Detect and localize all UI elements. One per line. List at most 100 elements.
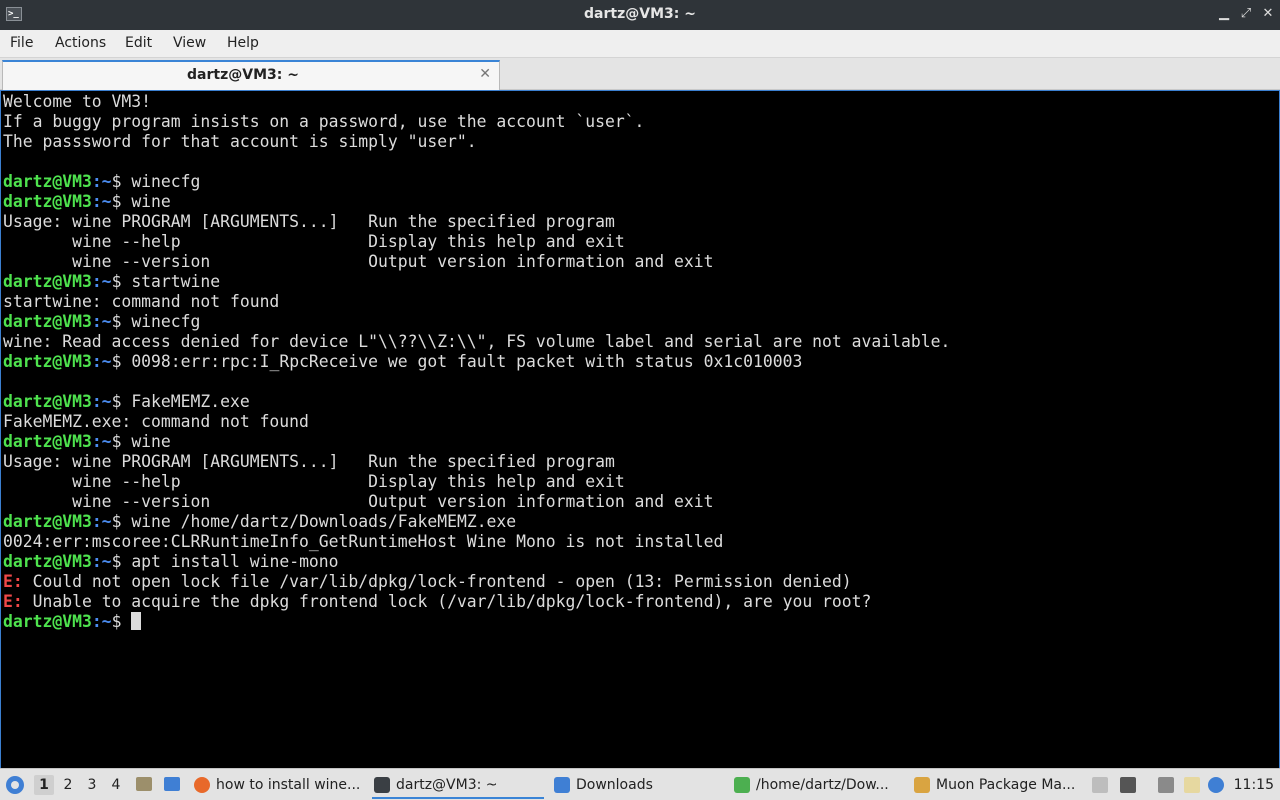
prompt-user: dartz@VM3 [3,272,92,291]
terminal-line: startwine: command not found [3,292,950,312]
output-text: If a buggy program insists on a password… [3,112,645,131]
minimize-button[interactable]: ▁ [1216,6,1232,22]
task-label: dartz@VM3: ~ [396,777,498,793]
terminal-view[interactable]: Welcome to VM3! If a buggy program insist… [0,90,1280,768]
menu-bar: File Actions Edit View Help [0,30,1280,58]
tab-close-icon[interactable]: ✕ [479,66,491,82]
output-text: wine --version Output version informatio… [3,492,714,511]
workspace-4[interactable]: 4 [106,775,126,795]
task-downloads[interactable]: Downloads [552,771,724,799]
network-icon[interactable] [1208,777,1224,793]
clipboard-icon[interactable] [1184,777,1200,793]
folder-icon [554,777,570,793]
task-terminal[interactable]: dartz@VM3: ~ [372,771,544,799]
command-text: startwine [131,272,221,291]
terminal-line: Usage: wine PROGRAM [ARGUMENTS...] Run t… [3,212,950,232]
terminal-line: wine: Read access denied for device L"\\… [3,332,950,352]
terminal-line: dartz@VM3:~$ wine /home/dartz/Downloads/… [3,512,950,532]
terminal-line: dartz@VM3:~$ startwine [3,272,950,292]
menu-help[interactable]: Help [227,35,259,51]
menu-file[interactable]: File [10,35,33,51]
prompt-symbol: $ [111,392,132,411]
terminal-line: wine --version Output version informatio… [3,252,950,272]
output-text: wine: Read access denied for device L"\\… [3,332,951,351]
prompt-user: dartz@VM3 [3,172,92,191]
prompt-symbol: $ [111,512,132,531]
command-text: wine [131,192,171,211]
archive-icon [734,777,750,793]
prompt-symbol: $ [111,552,132,571]
start-menu-icon[interactable] [6,776,24,794]
workspace-1[interactable]: 1 [34,775,54,795]
command-text: winecfg [131,312,201,331]
window-title: dartz@VM3: ~ [584,6,696,22]
prompt-user: dartz@VM3 [3,392,92,411]
task-firefox[interactable]: how to install wine... [192,771,364,799]
error-prefix: E: [3,592,23,611]
close-window-button[interactable]: ✕ [1260,6,1276,22]
prompt-path: :~ [91,512,112,531]
workspace-2[interactable]: 2 [58,775,78,795]
prompt-symbol: $ [111,352,132,371]
prompt-path: :~ [91,272,112,291]
tab-terminal[interactable]: dartz@VM3: ~ ✕ [2,60,500,90]
prompt-path: :~ [91,432,112,451]
output-text: startwine: command not found [3,292,280,311]
menu-edit[interactable]: Edit [125,35,152,51]
show-desktop-icon[interactable] [164,777,180,791]
volume-icon[interactable] [1120,777,1136,793]
terminal-line: Usage: wine PROGRAM [ARGUMENTS...] Run t… [3,452,950,472]
command-text: apt install wine-mono [131,552,339,571]
prompt-symbol: $ [111,432,132,451]
prompt-path: :~ [91,192,112,211]
task-label: Downloads [576,777,653,793]
output-text: 0024:err:mscoree:CLRRuntimeInfo_GetRunti… [3,532,724,551]
prompt-user: dartz@VM3 [3,552,92,571]
task-label: Muon Package Ma... [936,777,1076,793]
error-prefix: E: [3,572,23,591]
clock[interactable]: 11:15 [1234,769,1274,800]
prompt-symbol: $ [111,192,132,211]
task-archive[interactable]: /home/dartz/Dow... [732,771,904,799]
prompt-path: :~ [91,552,112,571]
terminal-line: wine --version Output version informatio… [3,492,950,512]
tab-bar: dartz@VM3: ~ ✕ [0,58,1280,90]
terminal-line: dartz@VM3:~$ [3,612,950,632]
terminal-scrollbar[interactable] [1273,91,1279,767]
prompt-symbol: $ [111,612,132,631]
tray-display-icon[interactable] [1158,777,1174,793]
terminal-line: dartz@VM3:~$ wine [3,432,950,452]
terminal-line: dartz@VM3:~$ winecfg [3,172,950,192]
error-message: Could not open lock file /var/lib/dpkg/l… [22,572,852,591]
task-muon[interactable]: Muon Package Ma... [912,771,1084,799]
firefox-icon [194,777,210,793]
prompt-user: dartz@VM3 [3,512,92,531]
terminal-output: Welcome to VM3! If a buggy program insist… [3,92,950,632]
file-manager-launcher-icon[interactable] [136,777,152,791]
menu-view[interactable]: View [173,35,206,51]
error-message: Unable to acquire the dpkg frontend lock… [22,592,872,611]
prompt-symbol: $ [111,312,132,331]
prompt-symbol: $ [111,272,132,291]
output-text: The passsword for that account is simply… [3,132,477,151]
prompt-user: dartz@VM3 [3,432,92,451]
output-text: Welcome to VM3! [3,92,152,111]
terminal-line: dartz@VM3:~$ FakeMEMZ.exe [3,392,950,412]
command-text: 0098:err:rpc:I_RpcReceive we got fault p… [131,352,803,371]
workspace-3[interactable]: 3 [82,775,102,795]
prompt-path: :~ [91,612,112,631]
terminal-line: Welcome to VM3! [3,92,950,112]
command-text: wine /home/dartz/Downloads/FakeMEMZ.exe [131,512,517,531]
prompt-path: :~ [91,172,112,191]
prompt-user: dartz@VM3 [3,312,92,331]
menu-actions[interactable]: Actions [55,35,106,51]
terminal-line: 0024:err:mscoree:CLRRuntimeInfo_GetRunti… [3,532,950,552]
output-text: FakeMEMZ.exe: command not found [3,412,309,431]
prompt-user: dartz@VM3 [3,192,92,211]
maximize-button[interactable]: ⤢ [1238,6,1254,22]
package-icon [914,777,930,793]
window-titlebar[interactable]: >_ dartz@VM3: ~ ▁ ⤢ ✕ [0,0,1280,30]
tray-eject-icon[interactable] [1092,777,1108,793]
